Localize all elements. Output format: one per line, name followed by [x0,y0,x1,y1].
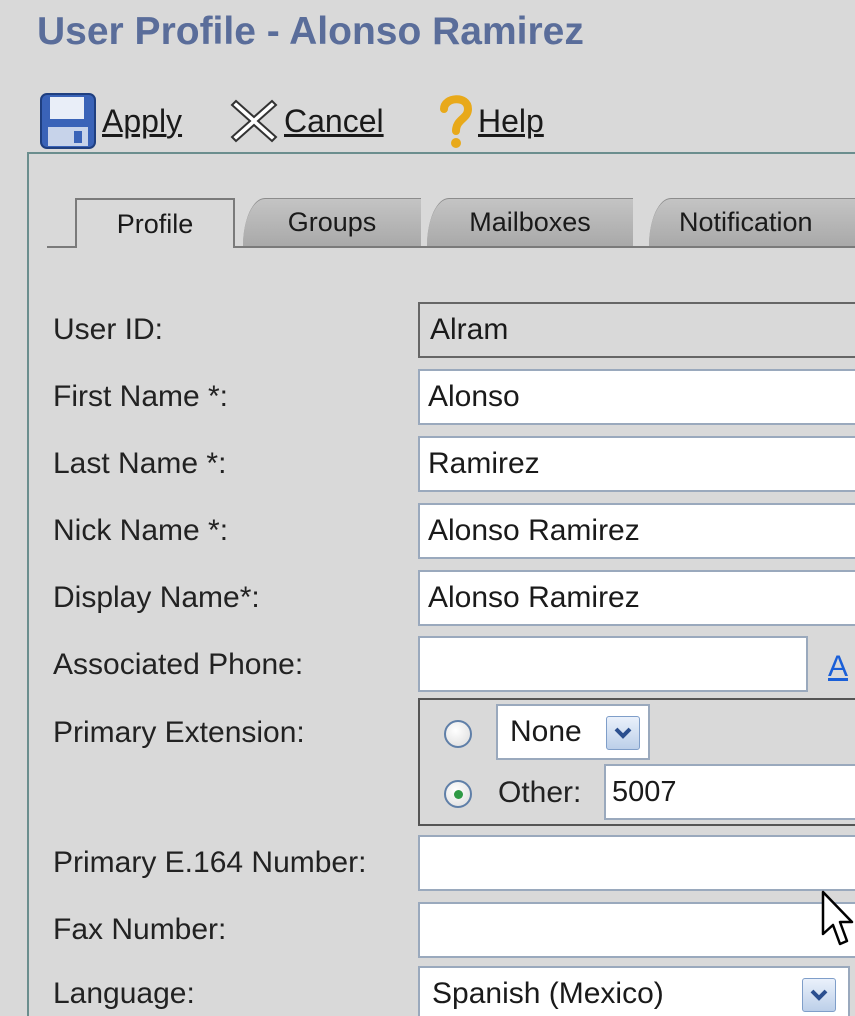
apply-button[interactable]: Apply [38,90,182,152]
fax-number-label: Fax Number: [53,913,227,946]
x-cross-icon [228,95,280,147]
other-label: Other: [498,776,582,809]
language-select[interactable]: Spanish (Mexico) [418,966,850,1016]
language-label: Language: [53,977,195,1010]
associated-phone-label: Associated Phone: [53,648,304,681]
tab-groups[interactable]: Groups [243,198,421,246]
tab-bar: Profile Groups Mailboxes Notification [47,198,855,250]
page-title: User Profile - Alonso Ramirez [37,10,584,53]
primary-extension-group: None Other: 5007 [418,698,855,826]
apply-label: Apply [102,102,183,139]
other-extension-field[interactable]: 5007 [604,764,855,820]
primary-e164-label: Primary E.164 Number: [53,846,367,879]
tab-profile[interactable]: Profile [75,198,235,248]
cancel-button[interactable]: Cancel [228,90,384,152]
display-name-label: Display Name*: [53,581,260,614]
last-name-field[interactable]: Ramirez [418,436,855,492]
first-name-field[interactable]: Alonso [418,369,855,425]
user-id-label: User ID: [53,313,164,346]
tab-mailboxes[interactable]: Mailboxes [427,198,633,246]
tab-label: Groups [287,207,377,237]
radio-other[interactable] [444,780,472,808]
question-mark-icon [438,91,474,151]
primary-extension-label: Primary Extension: [53,716,305,749]
extension-select[interactable]: None [496,704,650,760]
help-button[interactable]: Help [438,90,544,152]
floppy-disk-icon [38,91,98,151]
associated-phone-link[interactable]: A [828,650,848,684]
chevron-down-icon[interactable] [606,716,640,750]
tab-notification[interactable]: Notification [649,198,855,246]
cancel-label: Cancel [284,102,384,139]
extension-select-value: None [510,715,582,748]
mouse-pointer-icon [820,890,854,953]
tab-label: Notification [679,207,813,237]
display-name-field[interactable]: Alonso Ramirez [418,570,855,626]
last-name-label: Last Name *: [53,447,227,480]
help-label: Help [478,102,544,139]
chevron-down-icon[interactable] [802,978,836,1012]
tab-label: Mailboxes [469,207,591,237]
nick-name-label: Nick Name *: [53,514,229,547]
primary-e164-field[interactable] [418,835,855,891]
user-id-value: Alram [418,302,855,358]
user-profile-page: User Profile - Alonso Ramirez Apply Canc… [0,0,855,1016]
tab-label: Profile [116,208,194,239]
nick-name-field[interactable]: Alonso Ramirez [418,503,855,559]
first-name-label: First Name *: [53,380,229,413]
language-value: Spanish (Mexico) [432,977,664,1010]
radio-none[interactable] [444,720,472,748]
associated-phone-field[interactable] [418,636,808,692]
fax-number-field[interactable] [418,902,855,958]
